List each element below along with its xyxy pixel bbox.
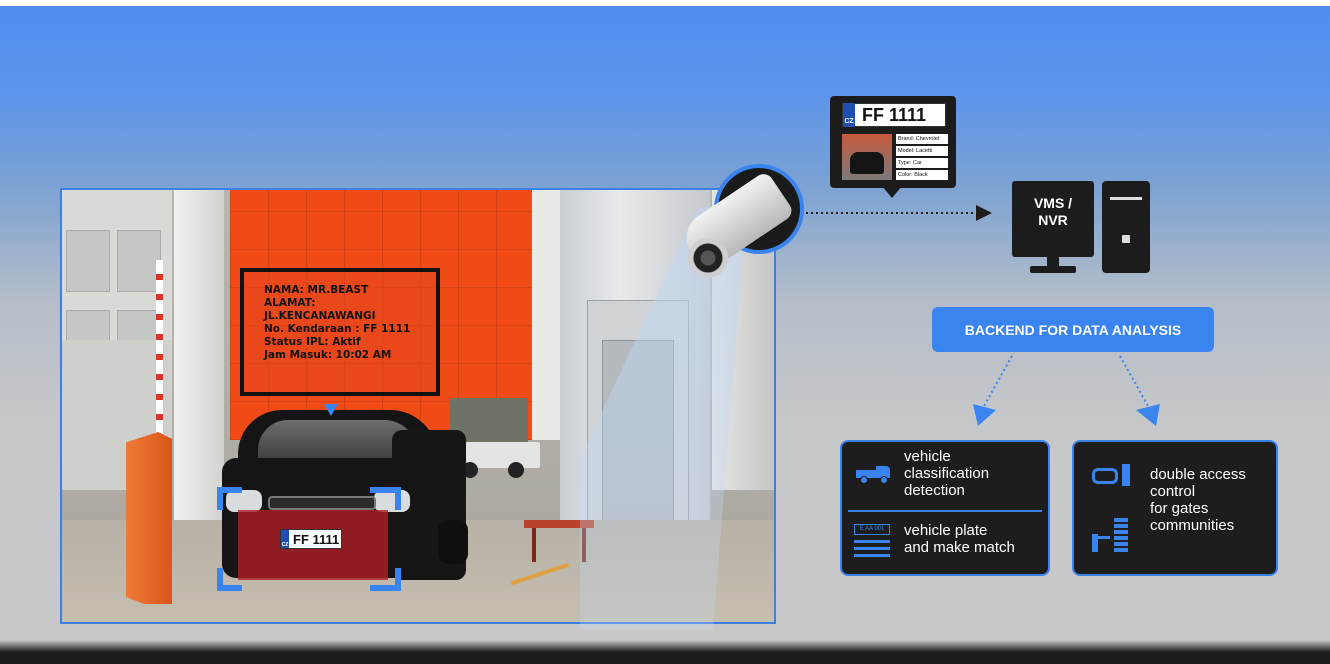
feature-card-vehicle: vehicle classification detection E AA 00…	[840, 440, 1050, 576]
feature-double-access: double access control for gates communit…	[1150, 466, 1246, 534]
card-divider	[848, 510, 1042, 512]
feature-vehicle-classification: vehicle classification detection	[904, 448, 990, 499]
feature-card-access: double access control for gates communit…	[1072, 440, 1278, 576]
server-tower-icon	[1102, 181, 1150, 273]
backend-label: BACKEND FOR DATA ANALYSIS	[932, 307, 1214, 352]
gate-building-icon	[1092, 518, 1132, 552]
vms-nvr-monitor: VMS / NVR	[1012, 181, 1094, 257]
diagram-canvas: CZ FF 1111 NAMA: MR.BEAST ALAMAT: JL.KEN…	[0, 0, 1330, 664]
vms-label: VMS / NVR	[1033, 195, 1073, 228]
truck-icon	[856, 466, 890, 484]
plate-list-icon: E AA 001	[854, 524, 890, 558]
vehicle-access-icon	[1092, 464, 1132, 488]
feature-plate-match: vehicle plate and make match	[904, 522, 1015, 556]
